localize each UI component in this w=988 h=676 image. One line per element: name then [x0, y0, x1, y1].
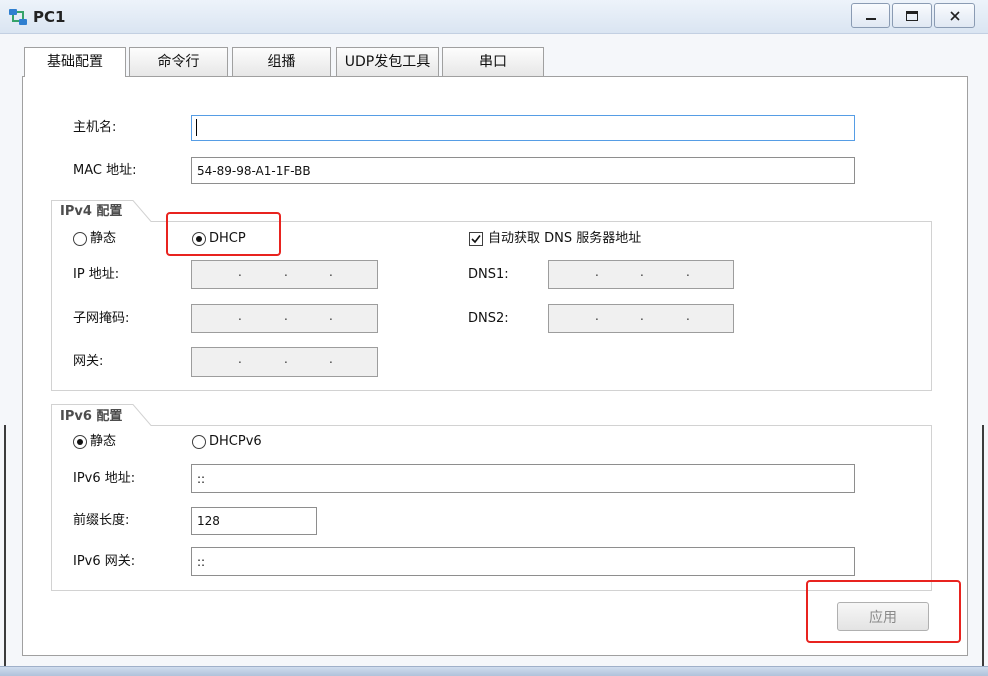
- dns1-input[interactable]: . . .: [548, 260, 734, 289]
- pc-network-icon: [9, 9, 27, 25]
- radio-label: DHCP: [209, 231, 246, 246]
- radio-label: DHCPv6: [209, 434, 262, 449]
- window-frame-bottom: [0, 666, 988, 676]
- checkbox-label: 自动获取 DNS 服务器地址: [488, 231, 642, 246]
- ipv4-group-title: IPv4 配置: [60, 204, 123, 219]
- close-icon: [949, 10, 960, 21]
- ip-address-label: IP 地址:: [73, 267, 120, 282]
- hostname-label: 主机名:: [73, 120, 117, 135]
- octet-separator: .: [640, 265, 644, 279]
- octet-separator: .: [686, 265, 690, 279]
- apply-button[interactable]: 应用: [837, 602, 929, 631]
- title-bar[interactable]: PC1: [0, 0, 988, 34]
- ipv4-dhcp-radio[interactable]: DHCP: [192, 230, 254, 248]
- prefix-length-label: 前缀长度:: [73, 513, 130, 528]
- octet-separator: .: [284, 352, 288, 366]
- auto-dns-checkbox[interactable]: 自动获取 DNS 服务器地址: [469, 230, 669, 248]
- octet-separator: .: [329, 309, 333, 323]
- octet-separator: .: [595, 309, 599, 323]
- minimize-button[interactable]: [851, 3, 890, 28]
- octet-separator: .: [284, 265, 288, 279]
- tab-serial-port[interactable]: 串口: [442, 47, 544, 77]
- octet-separator: .: [595, 265, 599, 279]
- dns1-label: DNS1:: [468, 267, 509, 282]
- dns2-input[interactable]: . . .: [548, 304, 734, 333]
- dns2-label: DNS2:: [468, 311, 509, 326]
- hostname-input[interactable]: [191, 115, 855, 141]
- ipv6-static-radio[interactable]: 静态: [73, 433, 135, 451]
- ipv6-group-title: IPv6 配置: [60, 409, 123, 424]
- radio-label: 静态: [90, 231, 117, 246]
- checkmark-icon: [471, 235, 481, 244]
- ipv6-gateway-label: IPv6 网关:: [73, 554, 136, 569]
- octet-separator: .: [238, 265, 242, 279]
- ipv4-static-radio[interactable]: 静态: [73, 230, 135, 248]
- subnet-mask-label: 子网掩码:: [73, 311, 130, 326]
- subnet-mask-input[interactable]: . . .: [191, 304, 378, 333]
- octet-separator: .: [329, 265, 333, 279]
- basic-config-panel: 主机名: MAC 地址: IPv4 配置 静态 DHCP: [22, 76, 968, 656]
- ipv6-address-input[interactable]: [191, 464, 855, 493]
- pc1-config-window: PC1 基础配置 命令行 组播 UDP发包工具 串口 主机名: MAC 地址: …: [0, 0, 988, 676]
- ipv6-dhcpv6-radio[interactable]: DHCPv6: [192, 433, 272, 451]
- window-title: PC1: [33, 8, 66, 26]
- gateway-input[interactable]: . . .: [191, 347, 378, 377]
- radio-circle: [73, 435, 87, 449]
- close-button[interactable]: [934, 3, 975, 28]
- octet-separator: .: [686, 309, 690, 323]
- tab-udp-tool[interactable]: UDP发包工具: [336, 47, 439, 77]
- window-frame-left: [4, 425, 6, 666]
- minimize-icon: [865, 17, 876, 20]
- radio-circle: [192, 435, 206, 449]
- octet-separator: .: [329, 352, 333, 366]
- maximize-button[interactable]: [892, 3, 932, 28]
- tab-multicast[interactable]: 组播: [232, 47, 331, 77]
- octet-separator: .: [238, 309, 242, 323]
- text-caret: [196, 119, 197, 136]
- ip-address-input[interactable]: . . .: [191, 260, 378, 289]
- tab-command-line[interactable]: 命令行: [129, 47, 228, 77]
- tab-basic-config[interactable]: 基础配置: [24, 47, 126, 77]
- octet-separator: .: [238, 352, 242, 366]
- radio-circle: [73, 232, 87, 246]
- radio-circle: [192, 232, 206, 246]
- prefix-length-input[interactable]: [191, 507, 317, 535]
- ipv4-group-frame: [51, 200, 932, 391]
- checkbox-box: [469, 232, 483, 246]
- mac-address-input[interactable]: [191, 157, 855, 184]
- window-frame-right: [982, 425, 984, 666]
- octet-separator: .: [640, 309, 644, 323]
- maximize-icon: [906, 10, 918, 21]
- radio-label: 静态: [90, 434, 117, 449]
- mac-address-label: MAC 地址:: [73, 163, 137, 178]
- ipv6-gateway-input[interactable]: [191, 547, 855, 576]
- ipv6-address-label: IPv6 地址:: [73, 471, 136, 486]
- gateway-label: 网关:: [73, 354, 104, 369]
- octet-separator: .: [284, 309, 288, 323]
